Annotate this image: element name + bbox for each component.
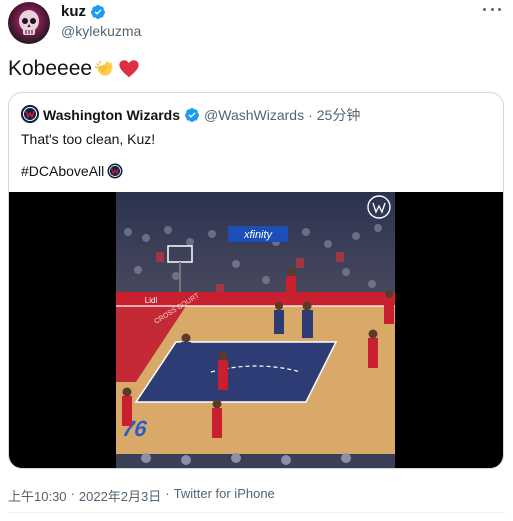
quoted-handle[interactable]: @WashWizards	[204, 107, 304, 123]
quoted-separator: ·	[308, 107, 313, 123]
red-heart-emoji	[119, 60, 139, 78]
quoted-tweet-header: Washington Wizards @WashWizards · 25分钟	[43, 105, 360, 125]
quoted-timestamp[interactable]: 25分钟	[317, 105, 361, 125]
clapping-hands-emoji	[95, 60, 113, 76]
xfinity-banner-text: xfinity	[243, 229, 274, 241]
wizards-logo-icon	[21, 105, 39, 123]
video-frame[interactable]: xfinity Lidl CROSS COURT 76	[116, 192, 395, 468]
skull-avatar-icon	[19, 10, 39, 35]
tweet-time[interactable]: 上午10:30	[8, 486, 67, 505]
tweet-text: Kobeeee	[8, 57, 140, 81]
verified-badge-icon	[91, 4, 106, 19]
lidl-ad-text: Lidl	[145, 296, 158, 305]
tweet-date[interactable]: 2022年2月3日	[79, 486, 161, 505]
quoted-hashtag-row: #DCAboveAll	[21, 163, 123, 179]
quoted-tweet-text: That's too clean, Kuz!	[21, 131, 156, 147]
author-handle[interactable]: @kylekuzma	[61, 23, 141, 39]
author-name-row: kuz	[61, 3, 106, 20]
tweet-source[interactable]: Twitter for iPhone	[174, 486, 275, 505]
basketball-court-scene: xfinity Lidl CROSS COURT 76	[116, 192, 395, 468]
quoted-tweet-card[interactable]: Washington Wizards @WashWizards · 25分钟 T…	[8, 92, 504, 469]
quoted-verified-badge-icon	[185, 108, 200, 122]
wizards-hashtag-icon	[107, 163, 123, 179]
more-options-icon[interactable]	[483, 6, 501, 12]
tweet: kuz @kylekuzma Kobeeee Washington Wizard…	[0, 0, 513, 521]
quoted-display-name[interactable]: Washington Wizards	[43, 107, 180, 123]
meta-separator-2: ·	[165, 486, 170, 501]
tweet-metadata: 上午10:30 · 2022年2月3日 · Twitter for iPhone	[8, 486, 275, 505]
author-display-name[interactable]: kuz	[61, 3, 86, 20]
meta-separator-1: ·	[70, 486, 75, 501]
tweet-text-content: Kobeeee	[8, 57, 93, 80]
author-avatar[interactable]	[8, 2, 50, 44]
quoted-video-player[interactable]: xfinity Lidl CROSS COURT 76	[9, 192, 503, 468]
quoted-hashtag[interactable]: #DCAboveAll	[21, 163, 104, 179]
divider	[8, 512, 505, 513]
